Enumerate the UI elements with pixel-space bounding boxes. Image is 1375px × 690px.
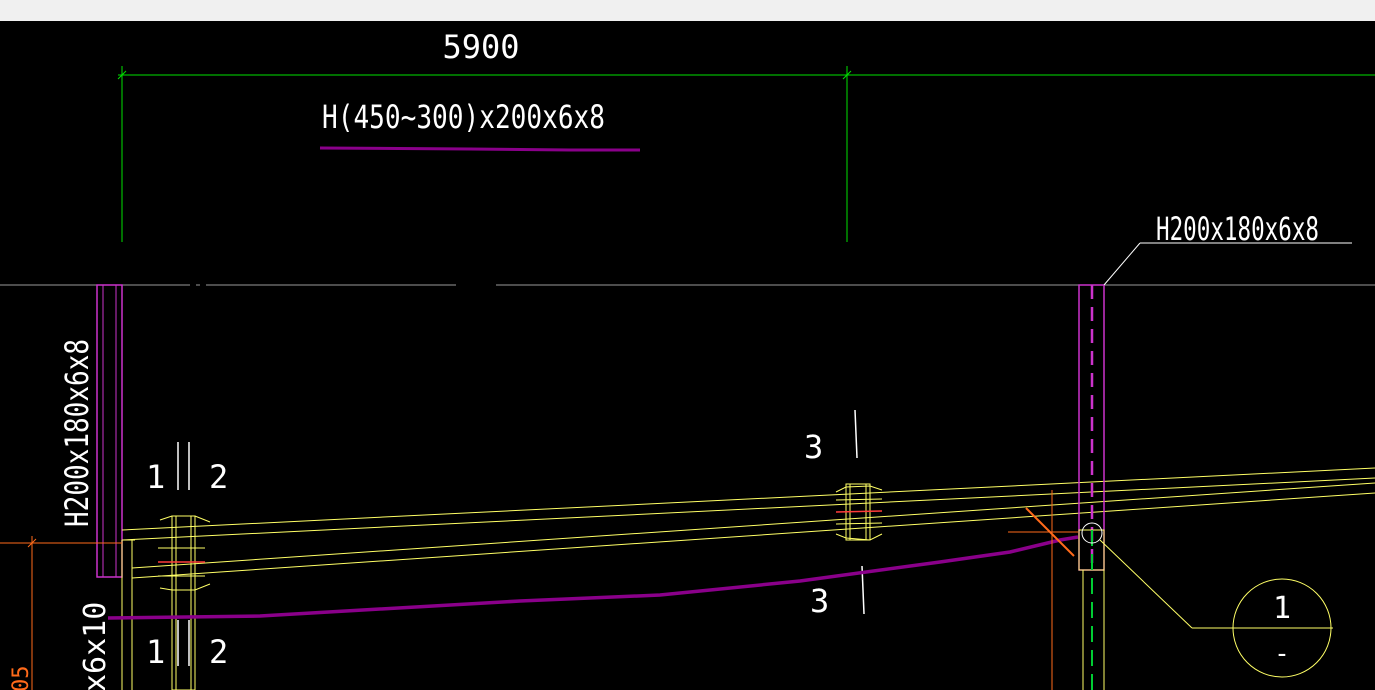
right-column[interactable] <box>1078 284 1105 690</box>
section-3-upper-label: 3 <box>804 428 823 466</box>
section-1-upper-label: 1 <box>146 458 165 496</box>
markup-curve <box>107 535 1079 620</box>
sloped-rafter[interactable] <box>121 467 1375 579</box>
bottom-left-section-label: x6x10 <box>78 602 113 690</box>
markup-underline-top <box>319 146 640 152</box>
rafter-section-label: H(450~300)x200x6x8 <box>322 98 605 136</box>
right-column-leader <box>1103 242 1352 286</box>
span-dimension-label: 5900 <box>442 28 519 66</box>
left-column[interactable] <box>96 284 123 578</box>
section-3-lower-label: 3 <box>810 582 829 620</box>
section-marker-upper <box>177 442 190 490</box>
section-2-upper-label: 2 <box>209 458 228 496</box>
section-marker-lower <box>177 620 190 666</box>
left-base-plate[interactable] <box>121 539 135 690</box>
left-connection[interactable] <box>158 515 211 690</box>
right-column-section-label: H200x180x6x8 <box>1156 210 1319 248</box>
section-1-lower-label: 1 <box>146 633 165 671</box>
cad-drawing-canvas[interactable]: 5900 H(450~300)x200x6x8 H200x180x6x8 05 … <box>0 21 1375 690</box>
section-2-lower-label: 2 <box>209 633 228 671</box>
viewer-top-bar <box>0 0 1375 21</box>
detail-marker-bottom: - <box>1274 639 1290 669</box>
bottom-left-dim-label: 05 <box>9 666 34 690</box>
detail-callout[interactable] <box>1099 539 1333 678</box>
right-accent-lines <box>1008 490 1078 690</box>
detail-marker-top: 1 <box>1273 591 1291 626</box>
left-column-section-label: H200x180x6x8 <box>58 339 96 527</box>
